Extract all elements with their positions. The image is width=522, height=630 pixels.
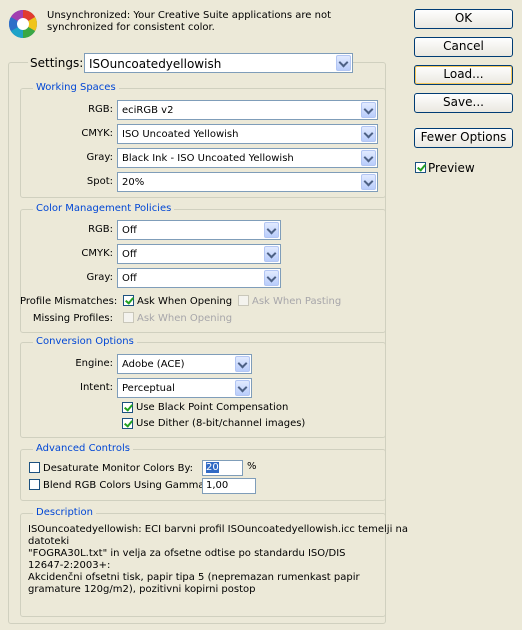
intent-select[interactable]: Perceptual bbox=[117, 378, 252, 398]
preview-checkbox[interactable] bbox=[415, 162, 426, 173]
pol-gray-label: Gray: bbox=[86, 272, 113, 283]
mismatch-ask-opening-label[interactable]: Ask When Opening bbox=[137, 296, 232, 307]
description-line: datoteki bbox=[28, 536, 70, 547]
ws-cmyk-value: ISO Uncoated Yellowish bbox=[122, 129, 239, 140]
black-point-checkbox[interactable] bbox=[122, 402, 133, 413]
pol-cmyk-value: Off bbox=[122, 249, 137, 260]
chevron-down-icon[interactable] bbox=[235, 356, 250, 372]
policies-title: Color Management Policies bbox=[33, 203, 175, 214]
ws-spot-label: Spot: bbox=[86, 176, 113, 187]
desaturate-checkbox[interactable] bbox=[29, 462, 40, 473]
description-line: Akcidenčni ofsetni tisk, papir tipa 5 (n… bbox=[28, 572, 360, 583]
ws-spot-select[interactable]: 20% bbox=[117, 172, 378, 192]
ws-gray-label: Gray: bbox=[86, 152, 113, 163]
dither-label[interactable]: Use Dither (8-bit/channel images) bbox=[136, 418, 305, 429]
sync-message-line1: Unsynchronized: Your Creative Suite appl… bbox=[47, 10, 332, 21]
chevron-down-icon[interactable] bbox=[336, 55, 351, 71]
chevron-down-icon[interactable] bbox=[361, 174, 376, 190]
profile-mismatches-label: Profile Mismatches: bbox=[20, 296, 118, 307]
load-button[interactable]: Load... bbox=[414, 65, 513, 85]
description-line: ISOuncoatedyellowish: ECI barvni profil … bbox=[28, 524, 408, 535]
settings-label: Settings: bbox=[28, 56, 86, 70]
blend-gamma-input[interactable]: 1,00 bbox=[202, 478, 256, 494]
missing-profiles-label: Missing Profiles: bbox=[32, 313, 113, 324]
fewer-options-button[interactable]: Fewer Options bbox=[414, 128, 513, 148]
engine-select[interactable]: Adobe (ACE) bbox=[117, 354, 252, 374]
pol-rgb-value: Off bbox=[122, 225, 137, 236]
ws-rgb-select[interactable]: eciRGB v2 bbox=[117, 100, 378, 120]
mismatch-ask-opening-checkbox[interactable] bbox=[123, 295, 134, 306]
ws-gray-value: Black Ink - ISO Uncoated Yellowish bbox=[122, 153, 294, 164]
desaturate-label[interactable]: Desaturate Monitor Colors By: bbox=[43, 463, 193, 474]
black-point-label[interactable]: Use Black Point Compensation bbox=[136, 402, 288, 413]
pol-gray-select[interactable]: Off bbox=[117, 268, 281, 288]
preview-label[interactable]: Preview bbox=[428, 161, 475, 175]
engine-value: Adobe (ACE) bbox=[122, 359, 185, 370]
chevron-down-icon[interactable] bbox=[235, 380, 250, 396]
dither-checkbox[interactable] bbox=[122, 418, 133, 429]
desaturate-input[interactable]: 20 bbox=[202, 460, 243, 476]
ws-cmyk-label: CMYK: bbox=[81, 128, 113, 139]
blend-gamma-label[interactable]: Blend RGB Colors Using Gamma: bbox=[43, 480, 208, 491]
pol-gray-value: Off bbox=[122, 273, 137, 284]
intent-label: Intent: bbox=[80, 382, 113, 393]
advanced-title: Advanced Controls bbox=[33, 443, 133, 454]
mismatch-ask-pasting-label[interactable]: Ask When Pasting bbox=[252, 296, 341, 307]
pol-cmyk-select[interactable]: Off bbox=[117, 244, 281, 264]
chevron-down-icon[interactable] bbox=[264, 222, 279, 238]
sync-message-line2: synchronized for consistent color. bbox=[47, 22, 215, 33]
chevron-down-icon[interactable] bbox=[264, 246, 279, 262]
save-button[interactable]: Save... bbox=[414, 93, 513, 113]
desaturate-unit: % bbox=[247, 461, 257, 472]
ws-cmyk-select[interactable]: ISO Uncoated Yellowish bbox=[117, 124, 378, 144]
description-line: "FOGRA30L.txt" in velja za ofsetne odtis… bbox=[28, 548, 346, 559]
pol-rgb-select[interactable]: Off bbox=[117, 220, 281, 240]
color-wheel-icon bbox=[8, 9, 38, 39]
description-line: 12647-2:2003+: bbox=[28, 560, 111, 571]
missing-ask-opening-checkbox[interactable] bbox=[123, 312, 134, 323]
settings-select[interactable]: ISOuncoatedyellowish bbox=[84, 53, 353, 73]
ws-spot-value: 20% bbox=[122, 177, 145, 188]
chevron-down-icon[interactable] bbox=[264, 270, 279, 286]
ws-rgb-value: eciRGB v2 bbox=[122, 105, 174, 116]
description-title: Description bbox=[33, 507, 96, 518]
missing-ask-opening-label[interactable]: Ask When Opening bbox=[137, 313, 232, 324]
engine-label: Engine: bbox=[75, 358, 113, 369]
ok-button[interactable]: OK bbox=[414, 9, 513, 29]
mismatch-ask-pasting-checkbox[interactable] bbox=[238, 295, 249, 306]
description-line: gramature 120g/m2), pozitivni kopirni po… bbox=[28, 584, 256, 595]
chevron-down-icon[interactable] bbox=[361, 126, 376, 142]
ws-rgb-label: RGB: bbox=[88, 104, 113, 115]
settings-value: ISOuncoatedyellowish bbox=[89, 57, 222, 71]
ws-gray-select[interactable]: Black Ink - ISO Uncoated Yellowish bbox=[117, 148, 378, 168]
description-text: ISOuncoatedyellowish: ECI barvni profil … bbox=[28, 524, 408, 596]
conversion-title: Conversion Options bbox=[33, 336, 137, 347]
cancel-button[interactable]: Cancel bbox=[414, 37, 513, 57]
pol-rgb-label: RGB: bbox=[88, 224, 113, 235]
chevron-down-icon[interactable] bbox=[361, 150, 376, 166]
intent-value: Perceptual bbox=[122, 383, 175, 394]
desaturate-value: 20 bbox=[206, 462, 219, 473]
blend-gamma-checkbox[interactable] bbox=[29, 479, 40, 490]
blend-gamma-value: 1,00 bbox=[206, 480, 229, 491]
working-spaces-title: Working Spaces bbox=[33, 82, 119, 93]
pol-cmyk-label: CMYK: bbox=[81, 248, 113, 259]
chevron-down-icon[interactable] bbox=[361, 102, 376, 118]
